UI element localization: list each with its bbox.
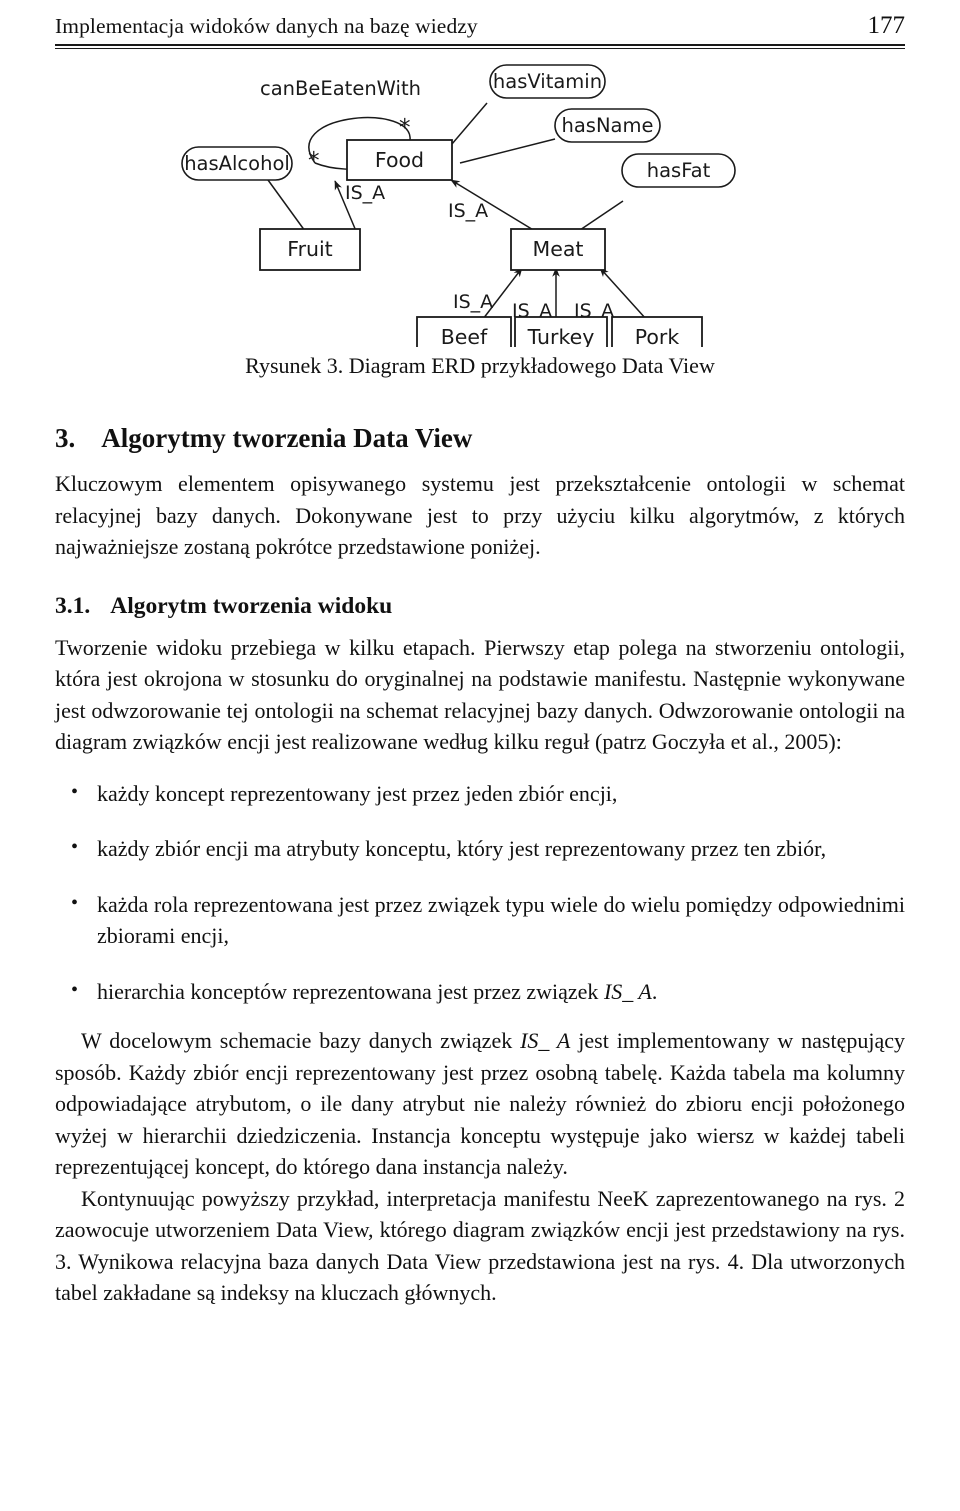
attribute-hasVitamin: hasVitamin — [489, 64, 606, 99]
entity-turkey: Turkey — [514, 316, 608, 347]
list-item: hierarchia konceptów reprezentowana jest… — [55, 975, 905, 1008]
cardinality-left-star: * — [308, 148, 320, 174]
attribute-label-hasAlcohol: hasAlcohol — [184, 152, 290, 175]
subsection-number: 3.1. — [55, 592, 91, 619]
section-number: 3. — [55, 423, 76, 453]
connector-fruit-hasAlcohol — [267, 179, 306, 232]
attribute-label-hasVitamin: hasVitamin — [493, 70, 602, 93]
attribute-label-hasFat: hasFat — [647, 159, 711, 182]
is-a-label-meat: IS_A — [448, 200, 488, 222]
erd-svg: canBeEatenWith * * IS_A IS_A IS_A IS_A I… — [181, 64, 736, 347]
rule-italic-term: IS_ A — [603, 978, 652, 1004]
list-item: każda rola reprezentowana jest przez zwi… — [55, 888, 905, 952]
cardinality-right-star: * — [399, 115, 411, 141]
entity-label-meat: Meat — [533, 237, 584, 261]
closing-paragraph-1: W docelowym schemacie bazy danych związe… — [55, 1025, 905, 1183]
entity-label-turkey: Turkey — [527, 325, 595, 347]
is-a-label-beef: IS_A — [453, 291, 493, 313]
entity-meat: Meat — [510, 228, 606, 271]
document-page: Implementacja widoków danych na bazę wie… — [0, 0, 960, 1511]
attribute-hasFat: hasFat — [621, 153, 736, 188]
rule-text: każda rola reprezentowana jest przez zwi… — [97, 891, 905, 949]
rule-text-after: . — [651, 978, 658, 1004]
section-intro-paragraph: Kluczowym elementem opisywanego systemu … — [55, 471, 905, 559]
connector-food-hasName — [459, 138, 556, 164]
running-head: Implementacja widoków danych na bazę wie… — [55, 0, 905, 40]
attribute-hasAlcohol: hasAlcohol — [181, 146, 293, 181]
attribute-hasName: hasName — [554, 108, 661, 143]
figure-erd-diagram: canBeEatenWith * * IS_A IS_A IS_A IS_A I… — [55, 55, 905, 347]
figure-caption: Rysunek 3. Diagram ERD przykładowego Dat… — [245, 353, 715, 378]
subsection-paragraph: Tworzenie widoku przebiega w kilku etapa… — [55, 634, 905, 755]
running-head-title: Implementacja widoków danych na bazę wie… — [55, 14, 478, 38]
closing-p1-italic: IS_ A — [520, 1028, 571, 1053]
rule-text: hierarchia konceptów reprezentowana jest… — [97, 978, 604, 1004]
list-item: każdy koncept reprezentowany jest przez … — [55, 777, 905, 810]
section-title: Algorytmy tworzenia Data View — [101, 423, 473, 453]
page-number: 177 — [867, 12, 906, 39]
connector-meat-hasFat — [579, 200, 624, 231]
entity-label-fruit: Fruit — [287, 237, 332, 261]
header-rule — [55, 44, 905, 49]
section-heading: 3. Algorytmy tworzenia Data View — [55, 423, 905, 454]
subsection-heading: 3.1. Algorytm tworzenia widoku — [55, 593, 905, 620]
mapping-rules-list: każdy koncept reprezentowany jest przez … — [55, 777, 905, 1008]
entity-label-pork: Pork — [635, 325, 680, 347]
entity-fruit: Fruit — [259, 228, 361, 271]
entity-label-food: Food — [375, 148, 424, 172]
attribute-label-hasName: hasName — [562, 114, 654, 137]
entity-label-beef: Beef — [441, 325, 488, 347]
is-a-label-fruit: IS_A — [345, 182, 385, 204]
rule-text: każdy zbiór encji ma atrybuty konceptu, … — [97, 836, 827, 861]
rule-text: każdy koncept reprezentowany jest przez … — [97, 780, 618, 806]
closing-paragraph-2: Kontynuując powyższy przykład, interpret… — [55, 1185, 905, 1306]
entity-pork: Pork — [611, 316, 703, 347]
entity-beef: Beef — [416, 316, 512, 347]
relation-label-canBeEatenWith: canBeEatenWith — [260, 77, 421, 100]
list-item: każdy zbiór encji ma atrybuty konceptu, … — [55, 832, 905, 865]
subsection-title: Algorytm tworzenia widoku — [110, 592, 393, 619]
entity-food: Food — [346, 139, 453, 181]
closing-p1-before: W docelowym schemacie bazy danych związe… — [81, 1028, 521, 1053]
